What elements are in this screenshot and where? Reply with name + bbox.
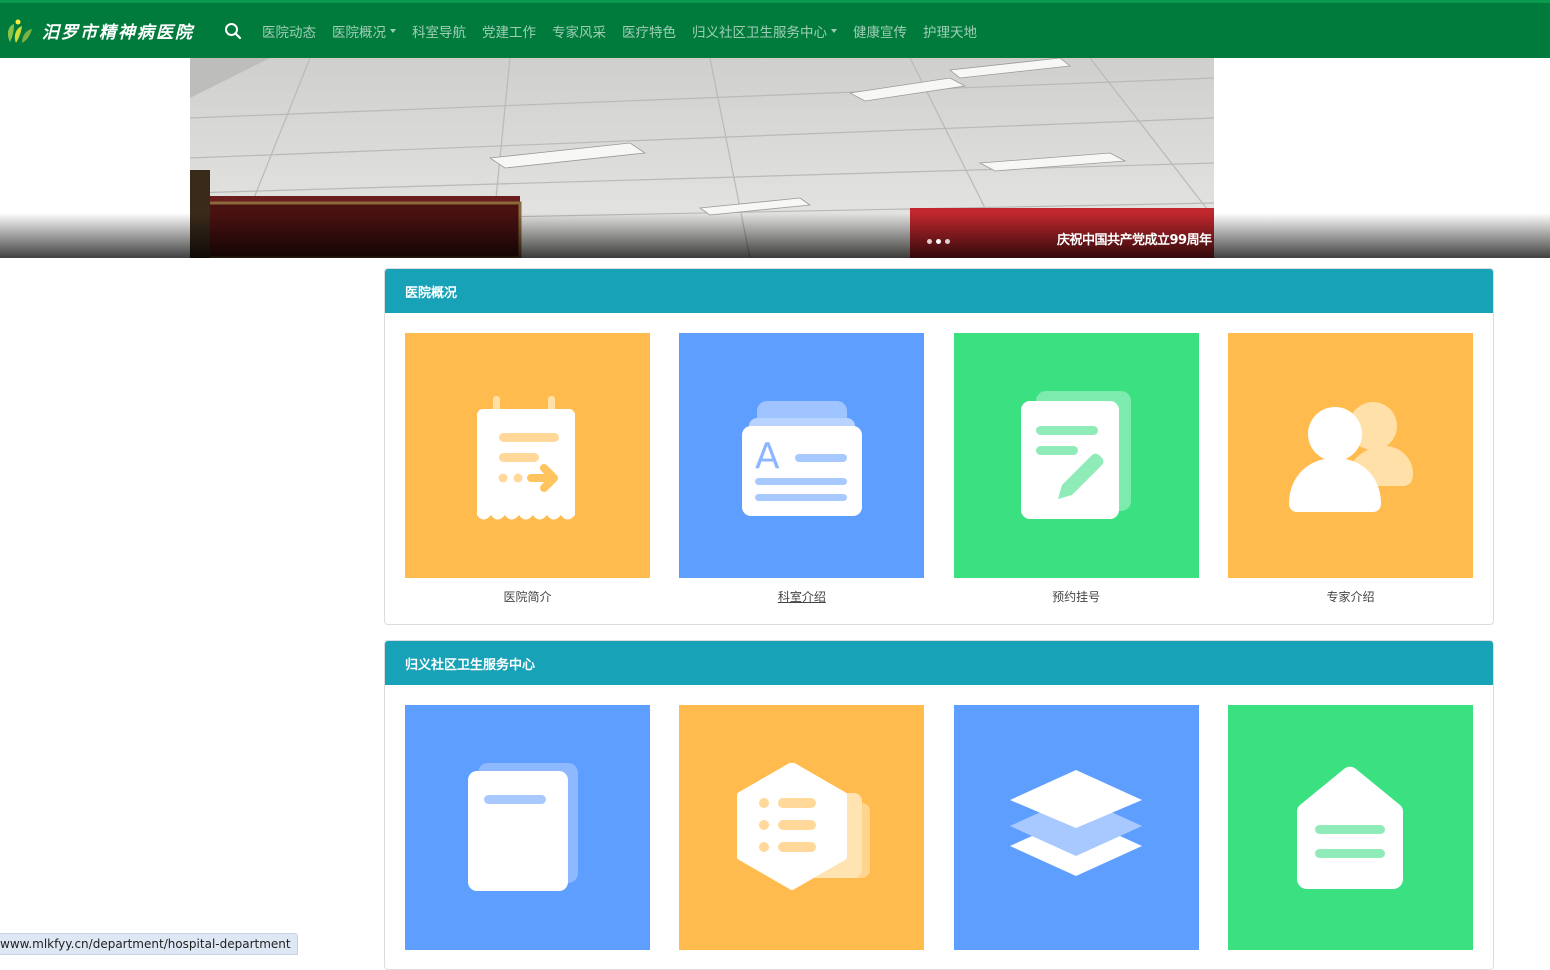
nav-item-4[interactable]: 党建工作 (482, 21, 536, 41)
section-hospital-overview: 医院概况 医院简介 A 科室介绍 预约挂号 专家介绍 (384, 268, 1494, 625)
tile-label[interactable]: 专家介绍 (1228, 590, 1473, 604)
section-title: 医院概况 (385, 269, 1493, 313)
nav-item-label: 医疗特色 (622, 24, 676, 41)
carousel-dot[interactable] (936, 239, 941, 244)
tile-label[interactable]: 预约挂号 (954, 590, 1199, 604)
tile-expert-intro[interactable]: 专家介绍 (1227, 333, 1473, 604)
tile-label[interactable]: 科室介绍 (679, 590, 924, 604)
tile-box[interactable]: A (679, 333, 925, 578)
nav-item-label: 党建工作 (482, 24, 536, 41)
tile-box[interactable] (953, 705, 1199, 950)
banner-caption: 庆祝中国共产党成立99周年 (1057, 233, 1212, 248)
users-icon (1289, 401, 1414, 512)
tile-community-4[interactable] (1227, 705, 1473, 962)
nav-item-7[interactable]: 归义社区卫生服务中心 (692, 21, 837, 41)
list-hexagon-icon (736, 762, 870, 890)
tile-community-2[interactable] (679, 705, 925, 962)
carousel-indicators (927, 239, 954, 244)
text-card-icon: A (741, 400, 862, 516)
brand-link[interactable]: 汨罗市精神病医院 (4, 16, 194, 46)
nav-item-9[interactable]: 护理天地 (923, 21, 977, 41)
section-title: 归义社区卫生服务中心 (385, 641, 1493, 685)
banner-carousel[interactable]: 庆祝中国共产党成立99周年 (0, 58, 1550, 258)
nav-item-label: 科室导航 (412, 24, 466, 41)
tile-box[interactable] (953, 333, 1199, 578)
tile-department-intro[interactable]: A 科室介绍 (679, 333, 925, 604)
caret-down-icon (390, 28, 396, 33)
document-arrow-icon (476, 395, 575, 519)
nav-item-label: 医院概况 (332, 24, 386, 41)
nav-item-3[interactable]: 科室导航 (412, 21, 466, 41)
tile-label[interactable]: 医院简介 (405, 590, 650, 604)
nav-item-label: 健康宣传 (853, 24, 907, 41)
tile-box[interactable] (405, 333, 650, 578)
main-menu: 医院动态 医院概况 科室导航 党建工作 专家风采 医疗特色 归义社区卫生服务中心 健康宣传 护理… (262, 21, 993, 41)
home-icon (1297, 766, 1404, 889)
nav-item-label: 归义社区卫生服务中心 (692, 24, 827, 41)
carousel-dot[interactable] (945, 239, 950, 244)
brand-name: 汨罗市精神病医院 (42, 23, 194, 43)
tile-hospital-intro[interactable]: 医院简介 (405, 333, 650, 604)
tile-community-1[interactable] (405, 705, 650, 962)
tile-box[interactable] (679, 705, 925, 950)
caret-down-icon (831, 28, 837, 33)
nav-item-label: 护理天地 (923, 24, 977, 41)
layers-icon (1010, 769, 1143, 876)
top-navbar: 汨罗市精神病医院 医院动态 医院概况 科室导航 党建工作 专家风采 医疗特色 归义社区卫生服… (0, 0, 1550, 58)
nav-item-6[interactable]: 医疗特色 (622, 21, 676, 41)
nav-item-2[interactable]: 医院概况 (332, 21, 396, 41)
nav-item-5[interactable]: 专家风采 (552, 21, 606, 41)
banner-caption-shade (0, 213, 1550, 258)
nav-item-1[interactable]: 医院动态 (262, 21, 316, 41)
tile-box[interactable] (405, 705, 650, 950)
tile-community-3[interactable] (953, 705, 1199, 962)
notebook-icon (467, 762, 578, 891)
status-bar-url: www.mlkfyy.cn/department/hospital-depart… (0, 933, 298, 955)
nav-item-8[interactable]: 健康宣传 (853, 21, 907, 41)
edit-note-icon (1021, 390, 1132, 519)
leaf-logo-icon (7, 19, 32, 43)
carousel-dot[interactable] (927, 239, 932, 244)
search-icon[interactable] (224, 22, 242, 40)
tile-box[interactable] (1227, 333, 1473, 578)
section-community-health-center: 归义社区卫生服务中心 (384, 640, 1494, 970)
tile-box[interactable] (1227, 705, 1473, 950)
nav-item-label: 医院动态 (262, 24, 316, 41)
svg-text:A: A (755, 436, 780, 477)
tile-appointment[interactable]: 预约挂号 (953, 333, 1199, 604)
nav-item-label: 专家风采 (552, 24, 606, 41)
